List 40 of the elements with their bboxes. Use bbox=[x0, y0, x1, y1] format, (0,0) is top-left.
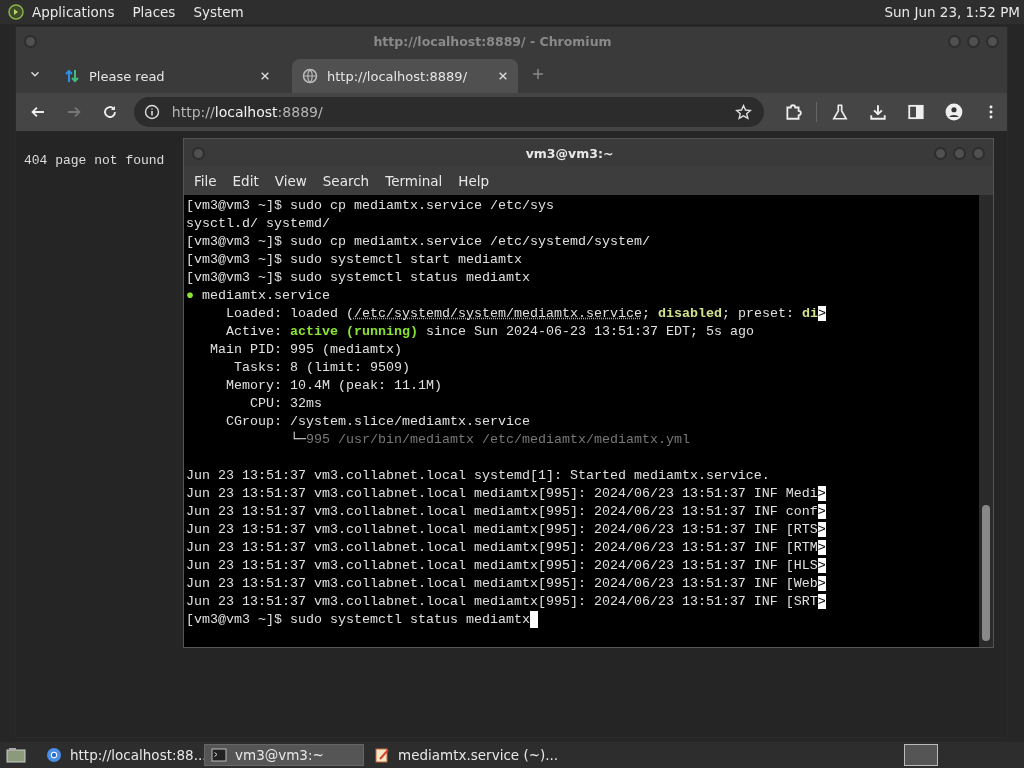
url-text: http://localhost:8889/ bbox=[171, 104, 324, 120]
panel-menu[interactable]: Places bbox=[132, 4, 176, 20]
panel-menu[interactable]: Applications bbox=[32, 4, 115, 20]
browser-tab[interactable]: Please read bbox=[54, 59, 280, 93]
terminal-line: Jun 23 13:51:37 vm3.collabnet.local systemd[1]: Started mediamtx.service. bbox=[186, 467, 771, 485]
terminal-line: sysctl.d/ systemd/ bbox=[186, 215, 331, 233]
terminal-line: CGroup: /system.slice/mediamtx.service bbox=[225, 413, 531, 431]
browser-tab[interactable]: http://localhost:8889/ bbox=[292, 59, 518, 93]
window-title: vm3@vm3:~ bbox=[524, 145, 615, 161]
address-bar[interactable]: http://localhost:8889/ bbox=[133, 97, 765, 127]
window-title: http://localhost:8889/ - Chromium bbox=[372, 33, 613, 49]
terminal-line: Memory: 10.4M (peak: 11.1M) bbox=[225, 377, 443, 395]
terminal-line: Jun 23 13:51:37 vm3.collabnet.local mediamtx[995]: 2024/06/23 13:51:37 INF [RTM> bbox=[186, 539, 827, 557]
terminal-line: [vm3@vm3 ~]$ sudo systemctl start mediamtx bbox=[186, 251, 523, 269]
terminal-line: [vm3@vm3 ~]$ sudo systemctl status mediamtx bbox=[186, 269, 531, 287]
taskbar-button[interactable]: vm3@vm3:~ bbox=[204, 744, 364, 766]
terminal-line: └─995 /usr/bin/mediamtx /etc/mediamtx/mediamtx.yml bbox=[288, 431, 691, 449]
menu-item[interactable]: Help bbox=[450, 173, 498, 189]
terminal-line: Jun 23 13:51:37 vm3.collabnet.local mediamtx[995]: 2024/06/23 13:51:37 INF Medi> bbox=[186, 485, 827, 503]
menu-item[interactable]: View bbox=[266, 173, 315, 189]
terminal-line: [vm3@vm3 ~]$ sudo systemctl status mediamtx bbox=[186, 611, 977, 629]
terminal-line: Jun 23 13:51:37 vm3.collabnet.local mediamtx[995]: 2024/06/23 13:51:37 INF [Web> bbox=[186, 575, 827, 593]
clock[interactable]: Sun Jun 23, 1:52 PM bbox=[884, 4, 1020, 20]
terminal-line: Tasks: 8 (limit: 9509) bbox=[233, 359, 411, 377]
menu-item[interactable]: Terminal bbox=[377, 173, 451, 189]
taskbar-button[interactable]: mediamtx.service (~)... bbox=[368, 744, 568, 766]
panel-menu[interactable]: System bbox=[193, 4, 244, 20]
terminal-line: Main PID: 995 (mediamtx) bbox=[209, 341, 403, 359]
terminal-line: [vm3@vm3 ~]$ sudo cp mediamtx.service /etc/systemd/system/ bbox=[186, 233, 651, 251]
page-text: 404 page not found bbox=[24, 153, 165, 168]
terminal-line: Jun 23 13:51:37 vm3.collabnet.local mediamtx[995]: 2024/06/23 13:51:37 INF [HLS> bbox=[186, 557, 827, 575]
menu-item[interactable]: Search bbox=[314, 173, 378, 189]
terminal-line: Jun 23 13:51:37 vm3.collabnet.local mediamtx[995]: 2024/06/23 13:51:37 INF conf> bbox=[186, 503, 827, 521]
terminal-line: Active: active (running) since Sun 2024-06-23 13:51:37 EDT; 5s ago bbox=[225, 323, 755, 341]
terminal-line: [vm3@vm3 ~]$ sudo cp mediamtx.service /etc/sys bbox=[186, 197, 555, 215]
terminal-line: Jun 23 13:51:37 vm3.collabnet.local mediamtx[995]: 2024/06/23 13:51:37 INF [RTS> bbox=[186, 521, 827, 539]
menu-item[interactable]: Edit bbox=[224, 173, 267, 189]
terminal-line: ● mediamtx.service bbox=[186, 287, 331, 305]
terminal-line: CPU: 32ms bbox=[249, 395, 323, 413]
menu-item[interactable]: File bbox=[186, 173, 225, 189]
